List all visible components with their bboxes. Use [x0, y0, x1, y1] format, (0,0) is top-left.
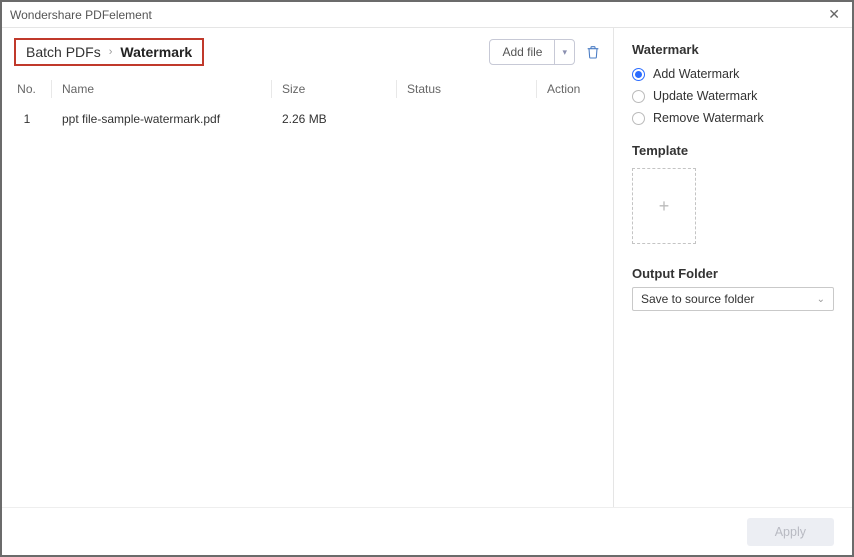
col-name: Name — [52, 80, 272, 98]
output-title: Output Folder — [632, 266, 834, 281]
cell-status — [397, 110, 537, 128]
radio-add-watermark[interactable]: Add Watermark — [632, 67, 834, 81]
radio-label: Remove Watermark — [653, 111, 764, 125]
template-section: Template + — [632, 143, 834, 266]
output-folder-select[interactable]: Save to source folder ⌄ — [632, 287, 834, 311]
close-icon[interactable]: ✕ — [824, 6, 844, 23]
cell-action — [537, 110, 613, 128]
titlebar: Wondershare PDFelement ✕ — [2, 2, 852, 28]
radio-icon — [632, 112, 645, 125]
breadcrumb-row: Batch PDFs › Watermark Add file ▾ — [2, 38, 613, 74]
col-size: Size — [272, 80, 397, 98]
main-area: Batch PDFs › Watermark Add file ▾ — [2, 28, 852, 507]
left-panel: Batch PDFs › Watermark Add file ▾ — [2, 28, 613, 507]
add-file-label: Add file — [490, 40, 554, 64]
trash-icon[interactable] — [585, 44, 601, 60]
radio-update-watermark[interactable]: Update Watermark — [632, 89, 834, 103]
output-folder-value: Save to source folder — [641, 292, 817, 306]
output-section: Output Folder Save to source folder ⌄ — [632, 266, 834, 311]
table-header: No. Name Size Status Action — [2, 74, 613, 104]
file-table: No. Name Size Status Action 1 ppt file-s… — [2, 74, 613, 134]
watermark-section-title: Watermark — [632, 42, 834, 57]
chevron-right-icon: › — [109, 46, 113, 58]
add-file-dropdown[interactable]: ▾ — [554, 40, 574, 64]
window-title: Wondershare PDFelement — [10, 8, 152, 22]
plus-icon: + — [659, 196, 670, 217]
watermark-radio-group: Add Watermark Update Watermark Remove Wa… — [632, 67, 834, 125]
breadcrumb: Batch PDFs › Watermark — [14, 38, 204, 66]
footer: Apply — [2, 507, 852, 555]
apply-button[interactable]: Apply — [747, 518, 834, 546]
template-title: Template — [632, 143, 834, 158]
right-panel: Watermark Add Watermark Update Watermark… — [614, 28, 852, 507]
col-status: Status — [397, 80, 537, 98]
cell-name: ppt file-sample-watermark.pdf — [52, 110, 272, 128]
radio-label: Update Watermark — [653, 89, 757, 103]
chevron-down-icon: ⌄ — [817, 294, 825, 305]
radio-label: Add Watermark — [653, 67, 739, 81]
table-row[interactable]: 1 ppt file-sample-watermark.pdf 2.26 MB — [2, 104, 613, 134]
cell-no: 1 — [2, 110, 52, 128]
radio-icon — [632, 68, 645, 81]
col-action: Action — [537, 80, 613, 98]
breadcrumb-current: Watermark — [120, 44, 192, 60]
cell-size: 2.26 MB — [272, 110, 397, 128]
breadcrumb-root[interactable]: Batch PDFs — [26, 44, 101, 60]
template-add-button[interactable]: + — [632, 168, 696, 244]
col-no: No. — [2, 80, 52, 98]
radio-remove-watermark[interactable]: Remove Watermark — [632, 111, 834, 125]
radio-icon — [632, 90, 645, 103]
add-file-button[interactable]: Add file ▾ — [489, 39, 575, 65]
chevron-down-icon: ▾ — [562, 47, 567, 58]
